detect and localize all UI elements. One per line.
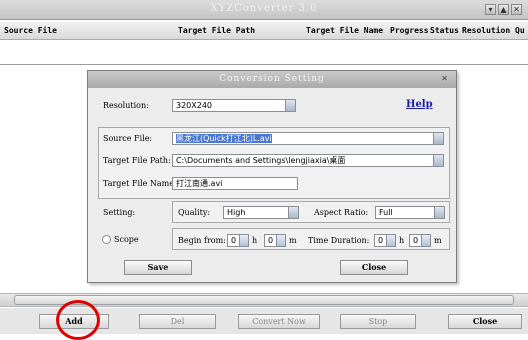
highlight-circle [56,300,100,340]
stop-button[interactable]: Stop [340,314,416,329]
minimize-button[interactable]: ▾ [485,4,496,15]
begin-minutes-value: 0 [268,236,274,245]
aspect-ratio-value: Full [379,208,393,217]
duration-hours-unit: h [399,236,405,245]
scope-radio[interactable] [102,235,111,244]
column-resolution[interactable]: Resolution [462,26,510,35]
source-file-label: Source File: [103,134,153,143]
resolution-select[interactable]: 320X240 [172,99,296,112]
duration-minutes-spinner[interactable]: 0 [409,234,431,247]
begin-minutes-spinner[interactable]: 0 [264,234,286,247]
delete-button[interactable]: Del [139,314,216,329]
column-target-file-path[interactable]: Target File Path [178,26,255,35]
chevron-down-icon[interactable] [288,207,298,218]
spinner-arrows-icon[interactable] [276,235,285,246]
duration-minutes-unit: m [434,236,442,245]
minutes-unit: m [289,236,297,245]
duration-minutes-value: 0 [413,236,419,245]
help-link[interactable]: Help [406,99,433,110]
target-file-name-label: Target File Name: [103,179,177,188]
target-file-path-select[interactable]: C:\Documents and Settings\lengjiaxia\桌面 [172,154,444,167]
column-source-file[interactable]: Source File [4,26,57,35]
dialog-close-button[interactable]: Close [340,260,408,275]
conversion-setting-dialog: Conversion Setting ✕ Resolution: 320X240… [87,70,457,283]
dialog-title: Conversion Setting [219,74,325,84]
quality-value: High [227,208,246,217]
dialog-close-icon[interactable]: ✕ [439,74,450,84]
scope-label: Scope [114,235,139,244]
duration-hours-value: 0 [378,236,384,245]
setting-label: Setting: [103,208,136,217]
quality-label: Quality: [178,208,211,217]
column-status[interactable]: Status [430,26,459,35]
app-title: XYZConverter 3.0 [210,3,318,14]
column-target-file-name[interactable]: Target File Name [306,26,383,35]
close-button[interactable]: Close [448,314,522,329]
resolution-value: 320X240 [176,101,213,110]
aspect-ratio-select[interactable]: Full [375,206,445,219]
begin-from-label: Begin from: [178,236,226,245]
convert-now-button[interactable]: Convert Now [238,314,320,329]
save-button[interactable]: Save [124,260,192,275]
source-file-value: 黑龙江(Quick打江北)L.avi [176,134,272,143]
time-duration-label: Time Duration: [308,236,370,245]
hours-unit: h [252,236,258,245]
chevron-down-icon[interactable] [434,207,444,218]
chevron-down-icon[interactable] [433,133,443,144]
begin-hours-spinner[interactable]: 0 [227,234,249,247]
column-progress[interactable]: Progress [390,26,429,35]
begin-hours-value: 0 [231,236,237,245]
quality-select[interactable]: High [223,206,299,219]
target-file-path-label: Target File Path: [103,156,171,165]
maximize-button[interactable]: ▲ [498,4,509,15]
close-window-button[interactable]: ✕ [511,4,522,15]
resolution-label: Resolution: [103,101,149,110]
chevron-down-icon[interactable] [433,155,443,166]
source-file-select[interactable]: 黑龙江(Quick打江北)L.avi [172,132,444,145]
target-file-path-value: C:\Documents and Settings\lengjiaxia\桌面 [176,156,346,165]
spinner-arrows-icon[interactable] [239,235,248,246]
aspect-ratio-label: Aspect Ratio: [314,208,369,217]
list-divider [0,64,528,65]
spinner-arrows-icon[interactable] [386,235,395,246]
target-file-name-input[interactable]: 打江南通.avi [172,177,298,190]
column-quality[interactable]: Qu [515,26,525,35]
spinner-arrows-icon[interactable] [421,235,430,246]
chevron-down-icon[interactable] [285,100,295,111]
duration-hours-spinner[interactable]: 0 [374,234,396,247]
